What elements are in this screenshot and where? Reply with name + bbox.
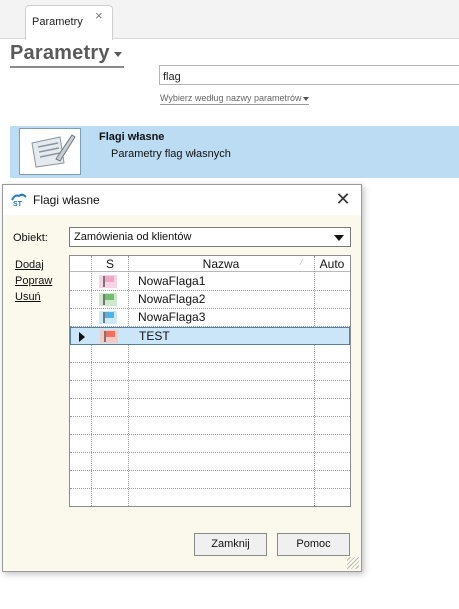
empty-row[interactable] xyxy=(70,345,350,363)
flags-dialog: ST Flagi własne ✕ Obiekt: Zamówienia od … xyxy=(2,184,362,572)
flag-swatch xyxy=(99,311,117,324)
table-row[interactable]: NowaFlaga3 xyxy=(70,309,350,327)
search-input[interactable] xyxy=(159,65,459,85)
empty-row[interactable] xyxy=(70,399,350,417)
filter-dropdown-link[interactable]: Wybierz według nazwy parametrów xyxy=(160,93,310,105)
add-link[interactable]: Dodaj xyxy=(15,259,44,271)
close-button[interactable]: Zamknij xyxy=(194,533,267,556)
tab-parametry[interactable]: Parametry × xyxy=(25,5,113,40)
tab-strip: Parametry × xyxy=(0,0,459,40)
empty-row[interactable] xyxy=(70,453,350,471)
obiekt-label: Obiekt: xyxy=(13,232,48,244)
settings-document-icon xyxy=(19,128,81,175)
empty-row[interactable] xyxy=(70,471,350,489)
flag-cloth xyxy=(106,331,115,337)
flag-name: NowaFlaga1 xyxy=(138,274,206,288)
flag-swatch xyxy=(100,330,118,343)
table-row-selected[interactable]: TEST xyxy=(70,327,350,345)
dialog-titlebar[interactable]: ST Flagi własne ✕ xyxy=(3,185,361,215)
close-icon[interactable]: × xyxy=(95,8,103,23)
chevron-down-icon xyxy=(334,235,344,241)
chevron-down-icon[interactable] xyxy=(114,52,122,57)
flag-swatch xyxy=(99,275,117,288)
column-header-auto[interactable]: Auto xyxy=(314,256,350,272)
chevron-down-icon xyxy=(303,96,310,101)
flag-name: TEST xyxy=(139,329,170,343)
obiekt-select[interactable]: Zamówienia od klientów xyxy=(69,227,351,247)
result-subtitle: Parametry flag własnych xyxy=(111,148,231,160)
title-underline xyxy=(10,66,124,68)
flags-grid[interactable]: S Nazwa ⁄ Auto NowaFlaga1 NowaFlaga2 Now… xyxy=(69,255,351,507)
grid-header: S Nazwa ⁄ Auto xyxy=(70,256,350,272)
dialog-title: Flagi własne xyxy=(33,193,100,207)
empty-row[interactable] xyxy=(70,381,350,399)
result-title: Flagi własne xyxy=(99,131,165,143)
flag-name: NowaFlaga2 xyxy=(138,292,206,306)
flag-cloth xyxy=(105,294,114,300)
empty-row[interactable] xyxy=(70,417,350,435)
delete-link[interactable]: Usuń xyxy=(15,291,41,303)
flag-swatch xyxy=(99,293,117,306)
flag-cloth xyxy=(105,312,114,318)
help-button[interactable]: Pomoc xyxy=(277,533,350,556)
search-result-item[interactable]: Flagi własne Parametry flag własnych xyxy=(10,126,459,178)
obiekt-select-value: Zamówienia od klientów xyxy=(74,231,192,243)
flag-cloth xyxy=(105,276,114,282)
column-header-s[interactable]: S xyxy=(92,256,128,272)
empty-row[interactable] xyxy=(70,489,350,507)
tab-label: Parametry xyxy=(32,16,83,28)
flag-name: NowaFlaga3 xyxy=(138,310,206,324)
row-indicator-icon xyxy=(79,332,85,342)
svg-text:ST: ST xyxy=(13,201,23,207)
table-row[interactable]: NowaFlaga2 xyxy=(70,291,350,309)
edit-link[interactable]: Popraw xyxy=(15,275,52,287)
filter-link-label: Wybierz według nazwy parametrów xyxy=(160,93,302,103)
table-row[interactable]: NowaFlaga1 xyxy=(70,273,350,291)
empty-row[interactable] xyxy=(70,363,350,381)
empty-row[interactable] xyxy=(70,435,350,453)
resize-grip-icon[interactable] xyxy=(347,557,359,569)
column-header-nazwa[interactable]: Nazwa xyxy=(128,256,314,272)
sort-icon: ⁄ xyxy=(301,258,303,267)
close-icon[interactable]: ✕ xyxy=(331,189,355,211)
page-title[interactable]: Parametry xyxy=(10,42,110,65)
app-logo-icon: ST xyxy=(11,193,27,208)
